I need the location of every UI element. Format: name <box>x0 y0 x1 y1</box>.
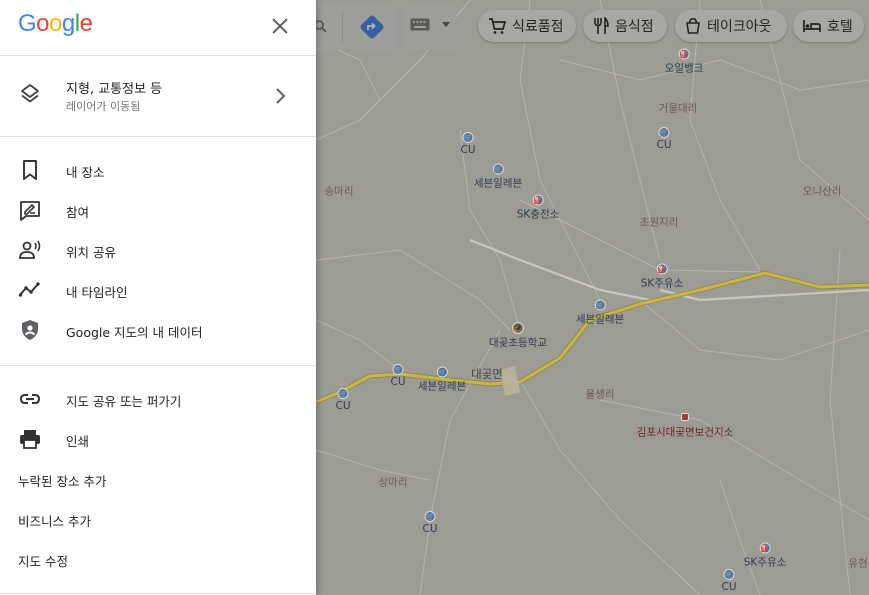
menu-item-label: 참여 <box>66 205 90 220</box>
takeout-icon <box>686 18 700 34</box>
menu-item-timeline[interactable]: 내 타임라인 <box>0 270 316 310</box>
menu-item-print[interactable]: 인쇄 <box>0 419 316 459</box>
contribute-icon <box>20 201 40 221</box>
school-icon: 🎓 <box>512 322 524 334</box>
restaurant-icon <box>594 17 609 34</box>
menu-item-label: 내 장소 <box>66 165 105 180</box>
menu-item-contribute[interactable]: 참여 <box>0 190 316 230</box>
directions-icon[interactable] <box>359 14 385 40</box>
map-poi[interactable]: 🛒 CU <box>656 127 672 151</box>
chip-grocery[interactable]: 식료품점 <box>478 10 576 42</box>
layers-icon <box>21 84 39 103</box>
chip-restaurant[interactable]: 음식점 <box>583 10 667 42</box>
menu-item-add-business[interactable]: 비즈니스 추가 <box>0 499 316 539</box>
poi-marker-icon: 🛒 <box>424 511 436 522</box>
location-sharing-icon <box>19 240 41 259</box>
poi-marker-icon: 🛒 <box>436 366 448 378</box>
layers-subtitle: 레이어가 이동됨 <box>66 100 141 113</box>
search-box <box>314 4 396 50</box>
menu-item-share-map[interactable]: 지도 공유 또는 퍼가기 <box>0 379 316 419</box>
close-icon[interactable] <box>268 14 292 38</box>
map-place-label: 초원지리 <box>639 216 679 229</box>
poi-marker-icon: 🛒 <box>723 569 735 580</box>
map-place-label: 거물대리 <box>658 102 698 115</box>
clinic-marker-icon <box>681 413 689 421</box>
map-poi[interactable]: ⛽ SK주유소 <box>641 263 683 291</box>
poi-marker-icon: ⛽ <box>678 48 690 60</box>
poi-marker-icon: 🛒 <box>594 299 606 311</box>
map-poi[interactable]: 🛒 CU <box>390 364 406 388</box>
search-icon[interactable] <box>314 20 328 34</box>
chip-label: 식료품점 <box>512 19 564 35</box>
map-poi[interactable]: 🛒 CU <box>335 388 351 412</box>
poi-marker-icon: ⛽ <box>759 542 771 554</box>
divider <box>342 12 343 42</box>
map-poi[interactable]: ⛽ SK충전소 <box>517 194 559 222</box>
shield-account-icon <box>22 320 38 340</box>
poi-marker-icon: ⛽ <box>532 194 544 206</box>
hotel-icon <box>803 20 821 32</box>
menu-item-label: 내 타임라인 <box>66 285 128 300</box>
map-place-label: 율생리 <box>585 388 615 401</box>
layers-title: 지형, 교통정보 등 <box>66 82 163 97</box>
side-menu-panel: Google 지형, 교통정보 등 레이어가 이동됨 내 장소 참여 위치 공유… <box>0 0 316 595</box>
map-poi[interactable]: 🎓 대곶초등학교 <box>489 322 547 350</box>
map-poi[interactable]: 🛒 CU <box>721 569 737 593</box>
map-place-label: 대곶면 <box>471 367 503 381</box>
link-icon <box>19 394 41 404</box>
divider <box>0 593 316 594</box>
chip-label: 음식점 <box>615 19 654 35</box>
menu-item-label: Google 지도의 내 데이터 <box>66 325 203 340</box>
chip-hotel[interactable]: 호텔 <box>793 10 864 42</box>
map-poi[interactable]: 🛒 세븐일레븐 <box>474 163 522 191</box>
menu-item-label: 지도 공유 또는 퍼가기 <box>66 394 182 409</box>
chevron-right-icon <box>276 88 286 104</box>
chip-takeout[interactable]: 테이크아웃 <box>675 10 787 42</box>
map-poi[interactable] <box>681 413 689 421</box>
chip-label: 호텔 <box>827 19 853 35</box>
print-icon <box>20 430 40 449</box>
menu-item-label: 비즈니스 추가 <box>18 514 91 529</box>
input-tools-button[interactable] <box>404 4 456 50</box>
map-poi[interactable]: ⛽ SK주유소 <box>744 542 786 570</box>
poi-marker-icon: ⛽ <box>656 263 668 275</box>
map-place-label: 송마리 <box>324 185 354 198</box>
poi-marker-icon: 🛒 <box>462 132 474 143</box>
menu-item-label: 지도 수정 <box>18 554 68 569</box>
map-poi[interactable]: 🛒 CU <box>422 511 438 535</box>
menu-item-your-data[interactable]: Google 지도의 내 데이터 <box>0 310 316 350</box>
map-place-label: 오니산리 <box>802 185 842 198</box>
poi-marker-icon: 🛒 <box>392 364 404 375</box>
poi-marker-icon: 🛒 <box>658 127 670 138</box>
divider <box>0 136 316 137</box>
menu-item-label: 인쇄 <box>66 434 90 449</box>
map-place-label: 김포시대곶면보건지소 <box>636 426 734 439</box>
menu-item-label: 누락된 장소 추가 <box>18 474 107 489</box>
keyboard-icon <box>410 18 430 31</box>
map-poi[interactable]: 🛒 CU <box>460 132 476 156</box>
map-poi[interactable]: 🛒 세븐일레븐 <box>576 299 624 327</box>
menu-item-edit-map[interactable]: 지도 수정 <box>0 539 316 579</box>
map-place-label: 상마리 <box>378 476 408 489</box>
menu-item-location-sharing[interactable]: 위치 공유 <box>0 230 316 270</box>
divider <box>0 365 316 366</box>
timeline-icon <box>18 282 40 297</box>
map-poi[interactable]: 🛒 세븐일레븐 <box>418 366 466 394</box>
cart-icon <box>489 18 506 34</box>
map-place-label: 유현 <box>848 557 868 570</box>
poi-marker-icon: 🛒 <box>337 388 349 399</box>
menu-item-add-missing-place[interactable]: 누락된 장소 추가 <box>0 459 316 499</box>
menu-item-my-places[interactable]: 내 장소 <box>0 150 316 190</box>
google-logo: Google <box>18 10 93 37</box>
layers-menu-item[interactable]: 지형, 교통정보 등 레이어가 이동됨 <box>0 56 316 136</box>
bookmark-icon <box>23 160 37 180</box>
menu-item-label: 위치 공유 <box>66 245 116 260</box>
chip-label: 테이크아웃 <box>707 19 772 35</box>
poi-marker-icon: 🛒 <box>492 163 504 175</box>
map-poi[interactable]: ⛽ 오일뱅크 <box>665 48 703 76</box>
chevron-down-icon <box>442 22 450 27</box>
